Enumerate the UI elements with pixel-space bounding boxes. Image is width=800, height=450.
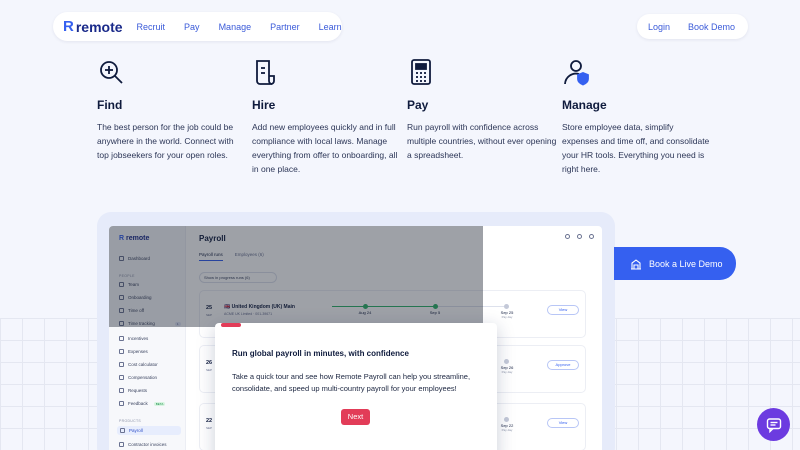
nav-link-manage[interactable]: Manage [219,22,252,32]
feature-desc: The best person for the job could be any… [97,122,234,160]
help-icon[interactable] [577,234,582,239]
incentives-icon [119,336,124,341]
feature-title: Pay [407,98,429,112]
timeline-dot [504,304,509,309]
modal-body: Take a quick tour and see how Remote Pay… [232,372,471,393]
sidebar-section-products: PRODUCTS [119,419,142,423]
chat-icon [766,417,781,433]
sidebar-item-incentives[interactable]: Incentives [119,336,148,341]
app-top-icons [558,234,594,239]
feature-pay: Pay Run payroll with confidence across m… [407,58,557,162]
money-icon [119,375,124,380]
sidebar-item-feedback[interactable]: Feedback BETA [119,401,166,406]
calculator-icon [411,59,431,85]
tour-modal: Run global payroll in minutes, with conf… [215,323,497,450]
modal-title: Run global payroll in minutes, with conf… [232,349,409,358]
sidebar-item-contractor-invoices[interactable]: Contractor invoices [119,442,167,447]
book-live-demo-button[interactable]: Book a Live Demo [614,247,736,280]
feature-hire: Hire Add new employees quickly and in fu… [252,58,402,176]
feature-title: Manage [562,98,607,112]
feature-title: Find [97,98,123,112]
requests-icon [119,388,124,393]
book-demo-link[interactable]: Book Demo [688,22,735,32]
account-nav: Login Book Demo [637,14,748,39]
login-link[interactable]: Login [648,22,670,32]
chat-launcher-button[interactable] [757,408,790,441]
nav-link-learn[interactable]: Learn [319,22,342,32]
remote-logo[interactable]: R remote [63,18,123,35]
main-nav: R remote Recruit Pay Manage Partner Lear… [53,12,342,41]
document-icon [256,60,275,85]
nav-link-partner[interactable]: Partner [270,22,300,32]
sidebar-item-compensation[interactable]: Compensation [119,375,157,380]
view-button[interactable]: View [547,305,579,315]
building-icon [631,258,641,270]
timeline-label: Sep 25 Pay day [500,310,514,319]
feedback-icon [119,401,124,406]
timeline-dot [504,359,509,364]
nav-link-recruit[interactable]: Recruit [137,22,166,32]
nav-link-pay[interactable]: Pay [184,22,200,32]
calculator-small-icon [119,362,124,367]
invoice-icon [119,442,124,447]
feature-title: Hire [252,98,276,112]
approve-button[interactable]: Approve [547,360,579,370]
sidebar-item-payroll[interactable]: Payroll [117,426,181,435]
logo-text: remote [75,18,123,35]
cta-label: Book a Live Demo [649,258,723,269]
feature-find: Find The best person for the job could b… [97,58,247,162]
view-button[interactable]: View [547,418,579,428]
sidebar-item-requests[interactable]: Requests [119,388,147,393]
sidebar-item-expenses[interactable]: Expenses [119,349,148,354]
remote-logo-icon: R [63,18,74,35]
feature-desc: Store employee data, simplify expenses a… [562,122,710,174]
user-shield-icon [564,60,589,86]
timeline-dot [504,417,509,422]
feature-desc: Run payroll with confidence across multi… [407,122,557,160]
beta-badge: BETA [153,401,166,406]
sidebar-item-cost-calculator[interactable]: Cost calculator [119,362,158,367]
search-icon[interactable] [565,234,570,239]
notification-icon[interactable] [589,234,594,239]
receipt-icon [119,349,124,354]
feature-desc: Add new employees quickly and in full co… [252,122,398,174]
dollar-icon [120,428,125,433]
feature-manage: Manage Store employee data, simplify exp… [562,58,712,176]
modal-accent-bar [221,323,241,327]
search-plus-icon [100,61,123,84]
next-button[interactable]: Next [341,409,370,425]
tour-overlay [109,226,483,327]
